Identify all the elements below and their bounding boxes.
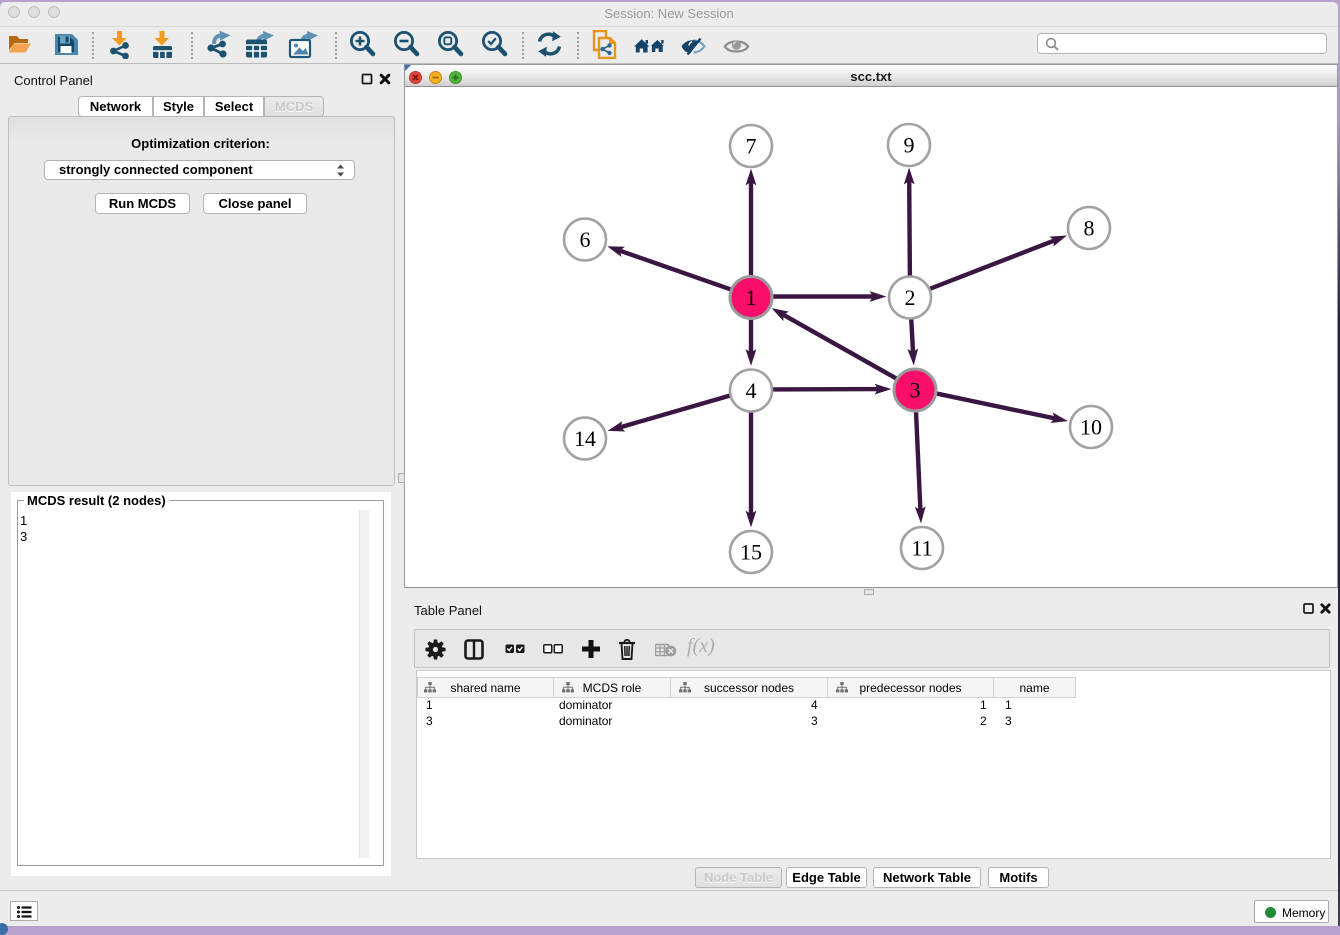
svg-text:10: 10 bbox=[1080, 415, 1102, 440]
svg-text:2: 2 bbox=[905, 285, 916, 310]
svg-text:7: 7 bbox=[746, 134, 757, 159]
svg-text:15: 15 bbox=[740, 540, 762, 565]
svg-text:8: 8 bbox=[1084, 216, 1095, 241]
svg-text:11: 11 bbox=[911, 536, 932, 561]
svg-text:1: 1 bbox=[746, 285, 757, 310]
svg-text:6: 6 bbox=[580, 227, 591, 252]
svg-text:9: 9 bbox=[904, 133, 915, 158]
svg-text:14: 14 bbox=[574, 426, 596, 451]
svg-text:3: 3 bbox=[910, 378, 921, 403]
svg-text:4: 4 bbox=[746, 378, 757, 403]
